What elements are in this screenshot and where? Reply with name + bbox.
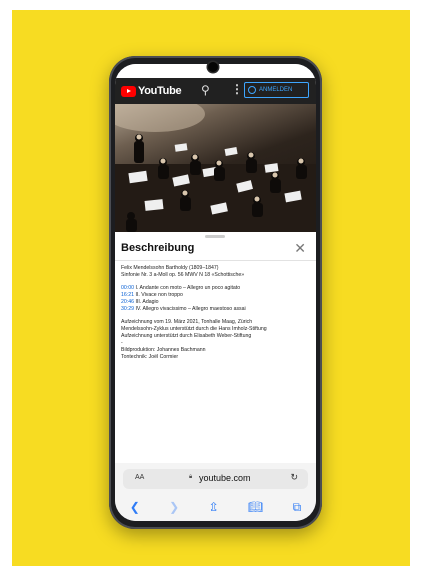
sound-line: Tontechnik: Joël Cormier (121, 354, 179, 360)
share-icon[interactable]: ⇫ (209, 500, 219, 514)
youtube-logo[interactable]: YouTube (121, 85, 182, 97)
url-text[interactable]: youtube.com (199, 473, 251, 483)
back-icon[interactable]: ❮ (130, 500, 140, 514)
youtube-logo-text: YouTube (138, 85, 182, 97)
reload-icon[interactable]: ↻ (290, 472, 298, 483)
bookmarks-icon[interactable]: 📖︎ (248, 500, 263, 514)
close-icon[interactable]: ✕ (294, 240, 306, 257)
youtube-play-icon (121, 85, 136, 97)
signin-button[interactable]: ANMELDEN (244, 82, 309, 98)
movement-line: 16:21 II. Vivace non troppo (121, 292, 312, 299)
movement-line: 20:46 III. Adagio (121, 299, 312, 306)
description-title: Beschreibung (121, 242, 195, 254)
browser-toolbar: ❮ ❯ ⇫ 📖︎ ⧉ (115, 497, 316, 517)
lock-icon: 🔒︎ (189, 474, 193, 480)
front-camera (208, 62, 218, 72)
timestamp-link[interactable]: 16:21 (121, 292, 134, 298)
support-line: Aufzeichnung unterstützt durch Elisabeth… (121, 333, 252, 339)
youtube-header: YouTube ⚲ ⋮ ANMELDEN (115, 78, 316, 104)
text-size-button[interactable]: AA (135, 474, 144, 481)
smartphone: YouTube ⚲ ⋮ ANMELDEN Beschreibung ✕ Feli… (109, 56, 322, 529)
movement-line: 30:29 IV. Allegro vivacissimo – Allegro … (121, 306, 312, 313)
phone-screen: YouTube ⚲ ⋮ ANMELDEN Beschreibung ✕ Feli… (115, 64, 316, 521)
address-bar[interactable]: AA 🔒︎ youtube.com ↻ (123, 469, 308, 489)
composer-line: Felix Mendelssohn Bartholdy (1809–1847) (121, 265, 219, 271)
movement-title: III. Adagio (135, 299, 159, 305)
timestamp-link[interactable]: 20:46 (121, 299, 134, 305)
sheet-drag-handle[interactable] (205, 235, 225, 238)
browser-chrome: AA 🔒︎ youtube.com ↻ ❮ ❯ ⇫ 📖︎ ⧉ (115, 463, 316, 521)
description-text: Felix Mendelssohn Bartholdy (1809–1847) … (121, 265, 312, 361)
account-icon (248, 86, 256, 94)
recording-line: Aufzeichnung vom 19. März 2021, Tonhalle… (121, 319, 253, 325)
separator-dash: - (121, 340, 123, 346)
more-vertical-icon[interactable]: ⋮ (231, 82, 243, 96)
timestamp-link[interactable]: 30:29 (121, 306, 134, 312)
timestamp-link[interactable]: 00:00 (121, 285, 134, 291)
orchestra-image (115, 104, 316, 232)
signin-label: ANMELDEN (259, 87, 293, 93)
movement-title: IV. Allegro vivacissimo – Allegro maesto… (135, 306, 246, 312)
movement-title: II. Vivace non troppo (135, 292, 183, 298)
support-line: Mendelssohn-Zyklus unterstützt durch die… (121, 326, 267, 332)
movement-line: 00:00 I. Andante con moto – Allegro un p… (121, 285, 312, 292)
movement-title: I. Andante con moto – Allegro un poco ag… (135, 285, 241, 291)
video-player[interactable] (115, 104, 316, 232)
forward-icon[interactable]: ❯ (169, 500, 179, 514)
production-line: Bildproduktion: Johannes Bachmann (121, 347, 206, 353)
search-icon[interactable]: ⚲ (201, 83, 210, 97)
tabs-icon[interactable]: ⧉ (293, 500, 302, 515)
description-panel: Beschreibung ✕ Felix Mendelssohn Barthol… (115, 232, 316, 464)
divider (115, 260, 316, 261)
work-line: Sinfonie Nr. 3 a-Moll op. 56 MWV N 18 «S… (121, 272, 245, 278)
